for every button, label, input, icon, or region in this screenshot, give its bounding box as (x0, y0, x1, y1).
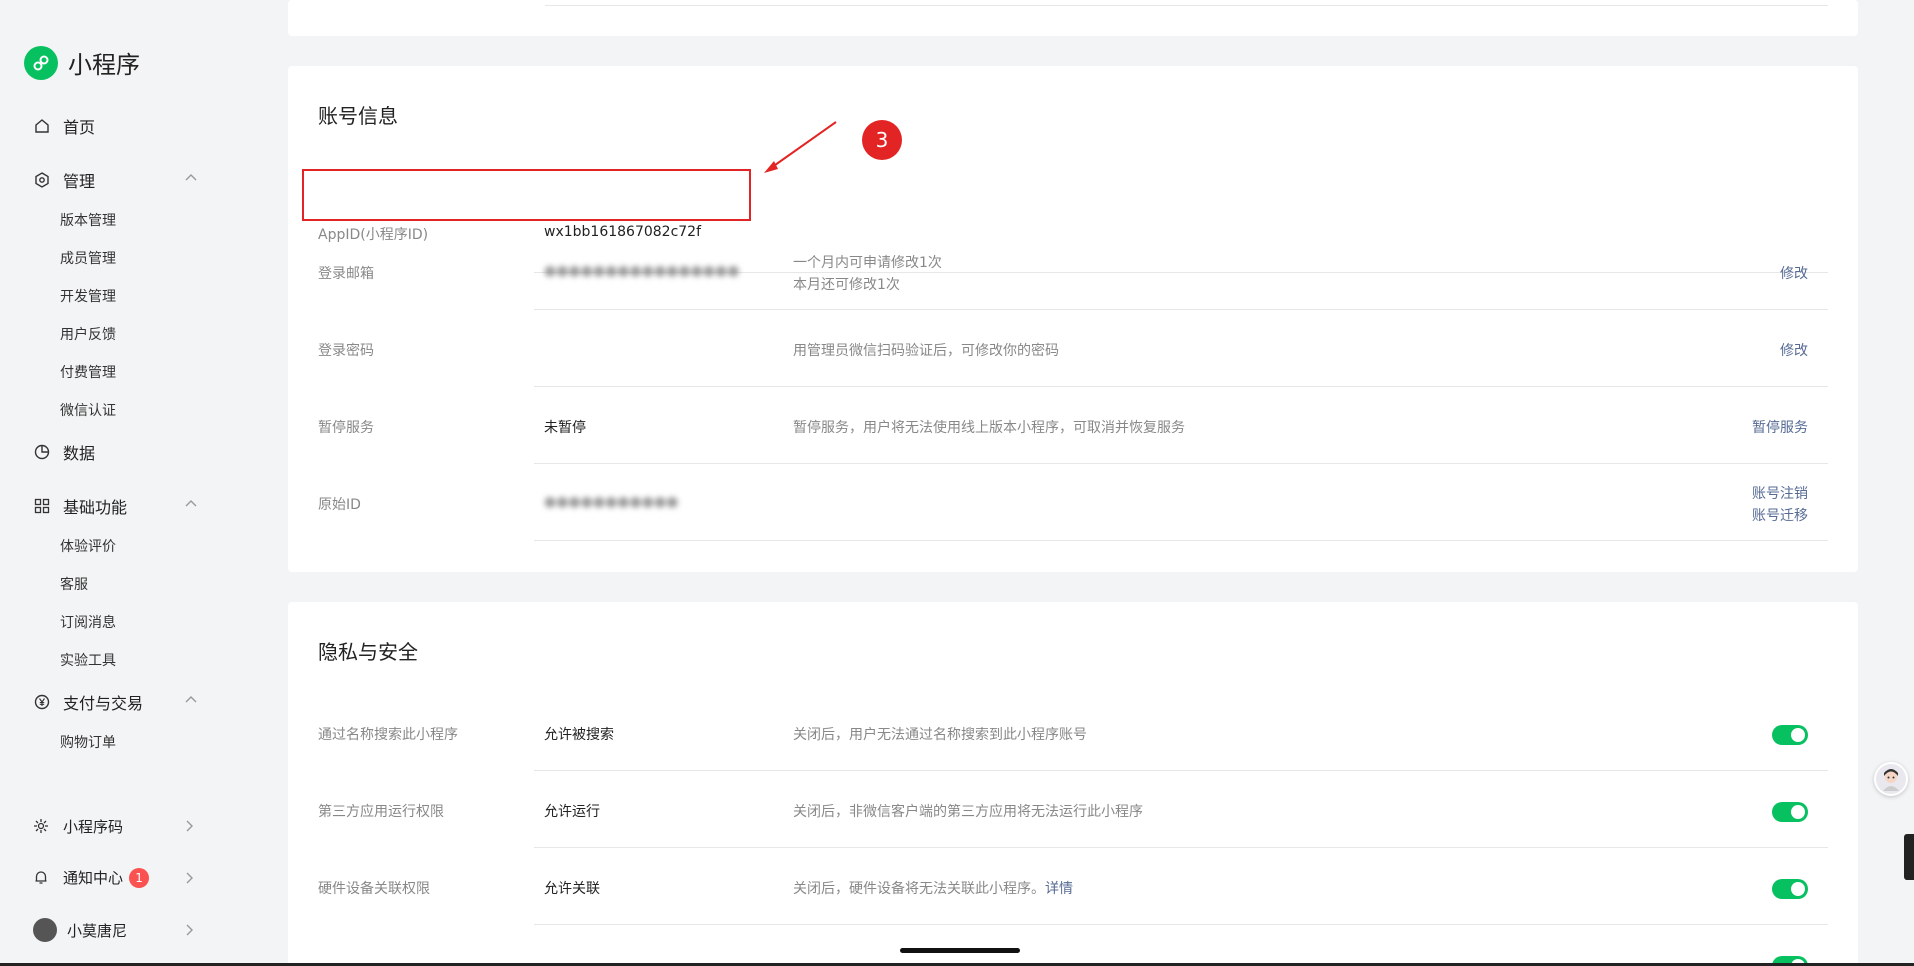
row-hardware: 硬件设备关联权限 允许关联 关闭后，硬件设备将无法关联此小程序。详情 (288, 848, 1858, 925)
original-id-value-blurred: ●●●●●●●●●●● (544, 494, 679, 510)
row-desc: 关闭后，用户无法通过名称搜索到此小程序账号 (793, 727, 1087, 743)
modify-password-button[interactable]: 修改 (1780, 340, 1808, 362)
modify-email-button[interactable]: 修改 (1780, 263, 1808, 285)
account-migrate-link[interactable]: 账号迁移 (1752, 508, 1808, 524)
row-value: 允许被搜索 (544, 727, 614, 743)
chevron-up-icon[interactable] (184, 171, 198, 185)
row-search-permission: 通过名称搜索此小程序 允许被搜索 关闭后，用户无法通过名称搜索到此小程序账号 (288, 694, 1858, 771)
row-label: 登录密码 (318, 343, 374, 359)
nav-notify-label: 通知中心 (63, 869, 124, 887)
email-desc-1: 一个月内可申请修改1次 (793, 255, 942, 271)
annotation-arrow-icon (764, 121, 837, 173)
sidebar-item-wechat-auth[interactable]: 微信认证 (60, 400, 116, 420)
sidebar-item-orders[interactable]: 购物订单 (60, 732, 116, 752)
chevron-right-icon[interactable] (182, 871, 196, 885)
grid-icon (33, 497, 51, 515)
chevron-right-icon[interactable] (182, 819, 196, 833)
app-title: 小程序 (68, 51, 140, 79)
nav-basic[interactable]: 基础功能 (33, 494, 127, 518)
assistant-avatar-icon[interactable] (1874, 762, 1908, 796)
row-desc: 关闭后，硬件设备将无法关联此小程序。详情 (793, 878, 1073, 900)
sidebar-item-payment[interactable]: 付费管理 (60, 362, 116, 382)
appid-highlight-box (302, 169, 751, 221)
sidebar-item-lab[interactable]: 实验工具 (60, 650, 116, 670)
row-original-id: 原始ID ●●●●●●●●●●● 账号注销 账号迁移 (288, 464, 1858, 541)
third-party-toggle[interactable] (1772, 802, 1808, 822)
sidebar-item-subscribe[interactable]: 订阅消息 (60, 612, 116, 632)
mini-program-logo-icon (24, 45, 58, 80)
nav-qrcode[interactable]: 小程序码 (33, 816, 123, 837)
app-logo[interactable]: 小程序 (24, 45, 140, 80)
sidebar-item-members[interactable]: 成员管理 (60, 248, 116, 268)
row-label: 硬件设备关联权限 (318, 881, 430, 897)
row-label: 暂停服务 (318, 420, 374, 436)
row-third-party: 第三方应用运行权限 允许运行 关闭后，非微信客户端的第三方应用将无法运行此小程序 (288, 771, 1858, 848)
details-link[interactable]: 详情 (1045, 881, 1073, 897)
row-label: 通过名称搜索此小程序 (318, 727, 458, 743)
nav-qrcode-label: 小程序码 (63, 818, 124, 836)
sidebar-item-service[interactable]: 客服 (60, 574, 88, 594)
sidebar: 小程序 首页 管理 版本管理 成员管理 开发管理 用户反馈 付费管理 微信认证 … (0, 0, 240, 966)
nav-data-label: 数据 (63, 444, 96, 463)
hardware-desc: 关闭后，硬件设备将无法关联此小程序。 (793, 881, 1045, 897)
nav-pay[interactable]: 支付与交易 (33, 690, 143, 714)
account-info-card: 账号信息 AppID(小程序ID) wx1bb161867082c72f 登录邮… (288, 66, 1858, 572)
row-desc: 用管理员微信扫码验证后，可修改你的密码 (793, 343, 1059, 359)
side-tab[interactable] (1904, 834, 1914, 880)
account-info-title: 账号信息 (318, 104, 398, 128)
suspend-service-button[interactable]: 暂停服务 (1752, 417, 1808, 439)
chevron-right-icon[interactable] (182, 923, 196, 937)
email-value-blurred: ●●●●●●●●●●●●●●●● (544, 263, 740, 279)
avatar (33, 918, 57, 942)
sidebar-item-experience[interactable]: 体验评价 (60, 536, 116, 556)
nav-home-label: 首页 (63, 118, 96, 137)
nav-data[interactable]: 数据 (33, 440, 95, 464)
settings-icon (33, 171, 51, 189)
row-partial (288, 925, 1858, 966)
step-number-badge: 3 (862, 120, 902, 160)
row-email: 登录邮箱 ●●●●●●●●●●●●●●●● 一个月内可申请修改1次 本月还可修改… (288, 233, 1858, 310)
bell-icon (33, 869, 51, 887)
sidebar-item-version[interactable]: 版本管理 (60, 210, 116, 230)
divider (534, 540, 1828, 541)
chevron-up-icon[interactable] (184, 497, 198, 511)
nav-user[interactable]: 小莫唐尼 (33, 918, 127, 942)
row-password: 登录密码 用管理员微信扫码验证后，可修改你的密码 修改 (288, 310, 1858, 387)
nav-basic-label: 基础功能 (63, 498, 128, 517)
row-value: 允许运行 (544, 804, 600, 820)
sidebar-item-dev[interactable]: 开发管理 (60, 286, 116, 306)
search-toggle[interactable] (1772, 725, 1808, 745)
row-desc: 暂停服务，用户将无法使用线上版本小程序，可取消并恢复服务 (793, 420, 1185, 436)
account-cancel-link[interactable]: 账号注销 (1752, 486, 1808, 502)
row-suspend: 暂停服务 未暂停 暂停服务，用户将无法使用线上版本小程序，可取消并恢复服务 暂停… (288, 387, 1858, 464)
nav-notify[interactable]: 通知中心 1 (33, 867, 150, 888)
previous-card (288, 0, 1858, 36)
sidebar-item-feedback[interactable]: 用户反馈 (60, 324, 116, 344)
row-desc: 关闭后，非微信客户端的第三方应用将无法运行此小程序 (793, 804, 1143, 820)
suspend-status: 未暂停 (544, 420, 586, 436)
row-value: 允许关联 (544, 881, 600, 897)
yuan-icon (33, 693, 51, 711)
home-indicator (900, 948, 1020, 953)
nav-user-label: 小莫唐尼 (67, 921, 128, 940)
nav-manage[interactable]: 管理 (33, 168, 95, 192)
nav-pay-label: 支付与交易 (63, 694, 144, 713)
row-actions: 账号注销 账号迁移 (1752, 483, 1808, 527)
row-desc: 一个月内可申请修改1次 本月还可修改1次 (793, 252, 942, 296)
pie-chart-icon (33, 443, 51, 461)
notification-badge: 1 (129, 867, 150, 888)
divider (545, 5, 1828, 6)
hardware-toggle[interactable] (1772, 879, 1808, 899)
row-label: 原始ID (318, 497, 361, 513)
nav-home[interactable]: 首页 (33, 114, 95, 138)
row-label: 登录邮箱 (318, 266, 374, 282)
privacy-security-card: 隐私与安全 通过名称搜索此小程序 允许被搜索 关闭后，用户无法通过名称搜索到此小… (288, 602, 1858, 966)
email-desc-2: 本月还可修改1次 (793, 277, 900, 293)
qrcode-icon (33, 818, 51, 836)
home-icon (33, 117, 51, 135)
chevron-up-icon[interactable] (184, 693, 198, 707)
privacy-title: 隐私与安全 (318, 640, 418, 664)
nav-manage-label: 管理 (63, 172, 96, 191)
row-label: 第三方应用运行权限 (318, 804, 444, 820)
